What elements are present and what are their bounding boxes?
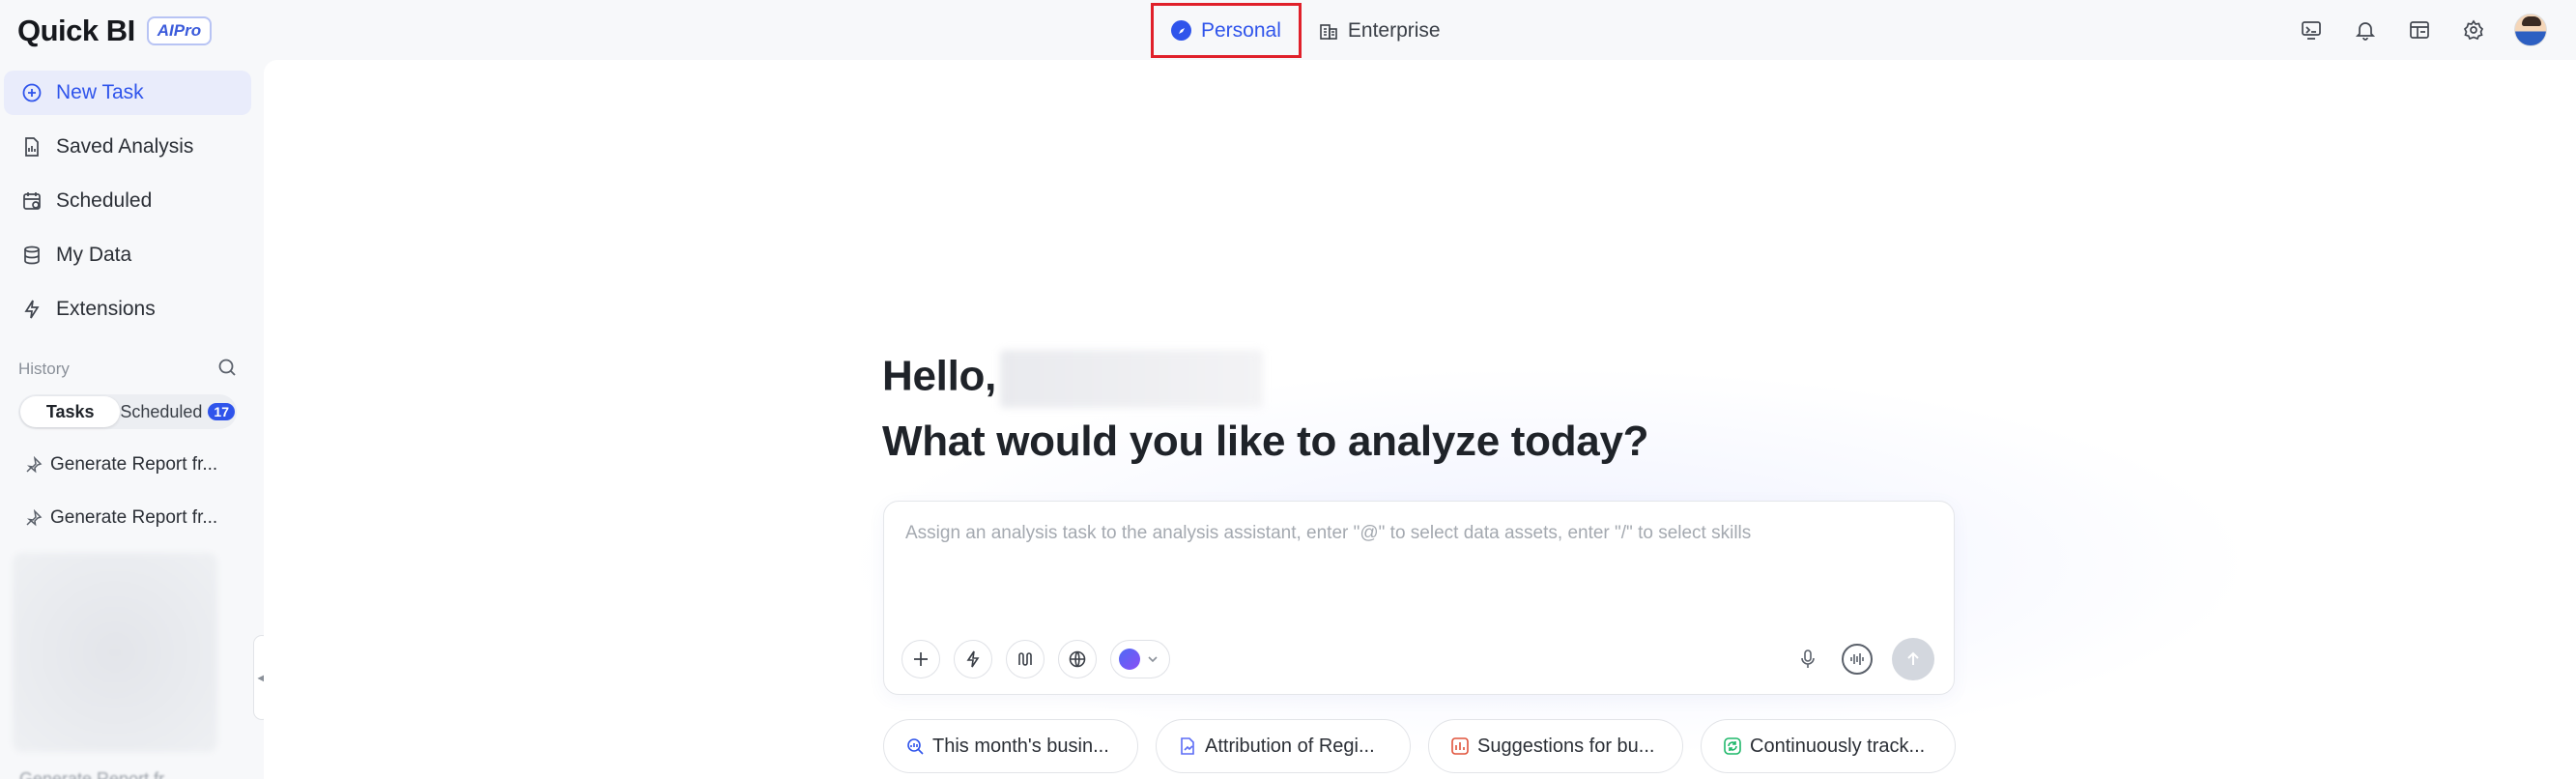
logo-badge: AIPro (146, 16, 213, 45)
sidebar: New Task Saved Analysis Scheduled My Dat… (0, 60, 263, 779)
avatar[interactable] (2514, 14, 2547, 46)
document-chart-icon (1181, 737, 1194, 755)
agent-icon (1119, 649, 1140, 670)
document-icon (25, 137, 39, 157)
logo[interactable]: Quick BI AIPro (17, 14, 213, 48)
suggestion-chip[interactable]: Attribution of Regi... (1156, 719, 1411, 773)
bell-icon[interactable] (2352, 16, 2379, 43)
suggestion-chips: This month's busin... Attribution of Reg… (883, 719, 1956, 773)
suggestion-label: Suggestions for bu... (1477, 735, 1655, 757)
input-tools (902, 640, 1170, 678)
enterprise-mode-label: Enterprise (1347, 18, 1441, 42)
history-item-label: Generate Report fr... (50, 507, 218, 528)
suggestion-chip[interactable]: Continuously track... (1701, 719, 1956, 773)
greeting: Hello, (882, 350, 1263, 408)
arrow-up-icon (1907, 651, 1919, 665)
task-input-box[interactable]: Assign an analysis task to the analysis … (883, 501, 1955, 695)
workflow-button[interactable] (1006, 640, 1045, 678)
history-item[interactable]: Generate Report fr... (25, 507, 217, 529)
workflow-icon (1018, 652, 1032, 666)
partial-history-item[interactable]: Generate Report fr... (19, 769, 178, 779)
refresh-icon (1724, 737, 1741, 755)
history-label: History (18, 360, 70, 378)
sidebar-item-label: Extensions (56, 298, 156, 320)
bar-chart-icon (1451, 737, 1469, 755)
history-tabs: Tasks Scheduled 17 (18, 394, 237, 429)
sidebar-item-label: My Data (56, 244, 132, 266)
personal-mode-button[interactable]: Personal (1151, 3, 1302, 58)
dashboard-icon[interactable] (2406, 16, 2433, 43)
top-icons (2298, 14, 2547, 46)
plus-icon (914, 652, 928, 666)
pin-icon (26, 509, 43, 527)
blurred-username (1000, 350, 1263, 408)
sidebar-item-scheduled[interactable]: Scheduled (4, 179, 251, 223)
top-bar: Quick BI AIPro Personal Enterprise (0, 0, 2576, 60)
tab-scheduled[interactable]: Scheduled 17 (120, 396, 235, 427)
enterprise-mode-button[interactable]: Enterprise (1302, 3, 1458, 58)
mode-switch: Personal Enterprise (1151, 3, 1458, 58)
microphone-icon[interactable] (1793, 645, 1822, 674)
tab-scheduled-label: Scheduled (120, 401, 203, 421)
suggestion-chip[interactable]: This month's busin... (883, 719, 1138, 773)
lightning-icon (24, 300, 40, 319)
globe-icon (1069, 650, 1086, 668)
history-item-label: Generate Report fr... (50, 454, 218, 475)
compass-icon (1171, 20, 1191, 41)
suggestion-label: Attribution of Regi... (1205, 735, 1375, 757)
task-input-placeholder[interactable]: Assign an analysis task to the analysis … (905, 523, 1751, 544)
scheduled-count-badge: 17 (208, 403, 235, 420)
sidebar-item-extensions[interactable]: Extensions (4, 287, 251, 332)
sidebar-item-label: Saved Analysis (56, 135, 194, 158)
skills-button[interactable] (954, 640, 992, 678)
tab-tasks[interactable]: Tasks (20, 396, 121, 427)
building-icon (1320, 23, 1337, 40)
agent-selector[interactable] (1110, 640, 1170, 678)
plus-circle-icon (22, 83, 42, 102)
voice-mode-icon[interactable] (1842, 644, 1873, 675)
add-attachment-button[interactable] (902, 640, 940, 678)
suggestion-label: Continuously track... (1750, 735, 1926, 757)
personal-mode-label: Personal (1201, 18, 1281, 42)
history-item[interactable]: Generate Report fr... (25, 454, 217, 476)
main-panel: Hello, What would you like to analyze to… (264, 60, 2576, 779)
sidebar-item-new-task[interactable]: New Task (4, 71, 251, 115)
calendar-clock-icon (23, 192, 41, 210)
blurred-history-preview (13, 553, 217, 752)
database-icon (24, 245, 40, 265)
greeting-text: Hello, (882, 352, 996, 400)
logo-text: Quick BI (17, 14, 135, 47)
suggestion-chip[interactable]: Suggestions for bu... (1428, 719, 1683, 773)
gear-icon[interactable] (2460, 16, 2487, 43)
page-title: What would you like to analyze today? (882, 418, 1649, 465)
lightning-icon (966, 650, 980, 668)
sidebar-item-label: Scheduled (56, 189, 153, 212)
pin-icon (26, 456, 43, 474)
sidebar-item-label: New Task (56, 81, 144, 103)
input-right-tools (1793, 638, 1934, 680)
suggestion-label: This month's busin... (932, 735, 1109, 757)
web-search-button[interactable] (1058, 640, 1097, 678)
monitor-icon[interactable] (2298, 16, 2325, 43)
chevron-down-icon (1148, 656, 1158, 663)
search-icon[interactable] (216, 357, 238, 378)
sidebar-item-my-data[interactable]: My Data (4, 233, 251, 277)
sidebar-item-saved-analysis[interactable]: Saved Analysis (4, 125, 251, 169)
chart-search-icon (907, 738, 924, 755)
send-button[interactable] (1892, 638, 1934, 680)
